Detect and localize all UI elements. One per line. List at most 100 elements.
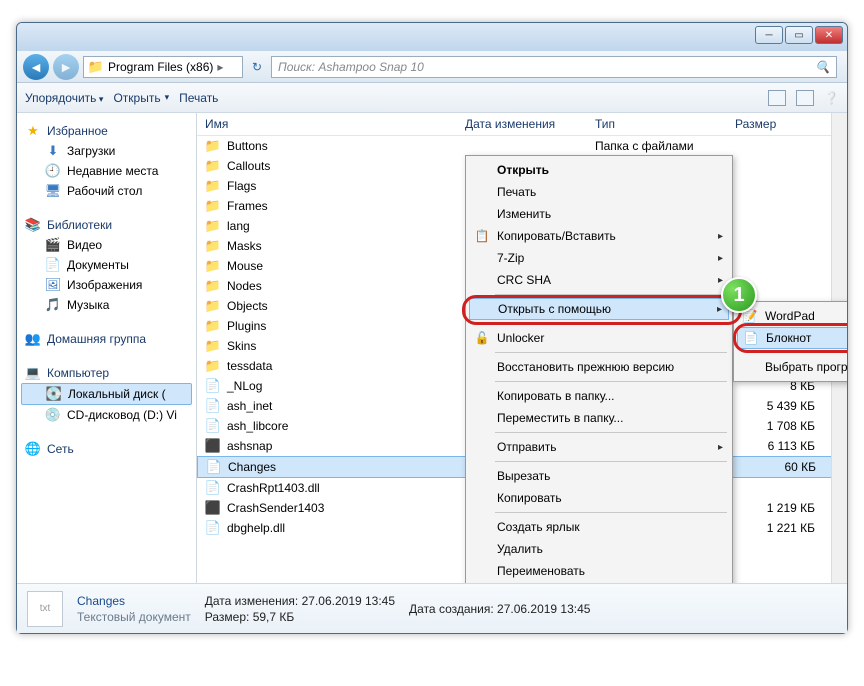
menu-item[interactable]: Вырезать [469,465,729,487]
sidebar-favorites[interactable]: ★Избранное [21,121,192,141]
file-icon: 📄 [205,520,221,536]
drive-icon: 💽 [46,386,62,402]
menu-item[interactable]: Создать ярлык [469,516,729,538]
close-button[interactable]: ✕ [815,26,843,44]
sidebar-item-pictures[interactable]: 🖼Изображения [21,275,192,295]
file-size: 1 219 КБ [735,501,825,515]
folder-icon: 📁 [205,178,221,194]
file-name: dbghelp.dll [227,521,285,535]
menu-item[interactable]: 📋Копировать/Вставить [469,225,729,247]
file-name: _NLog [227,379,262,393]
maximize-button[interactable]: ▭ [785,26,813,44]
file-name: Callouts [227,159,270,173]
menu-item[interactable]: Переименовать [469,560,729,582]
sidebar-item-downloads[interactable]: ⬇Загрузки [21,141,192,161]
menu-item[interactable]: Изменить [469,203,729,225]
col-date[interactable]: Дата изменения [465,117,595,131]
file-name: lang [227,219,250,233]
app-icon: ⬛ [205,500,221,516]
breadcrumb-text: Program Files (x86) [108,60,213,74]
menu-item[interactable]: Печать [469,181,729,203]
menu-icon: 📄 [743,330,759,346]
sidebar-item-desktop[interactable]: 🖥Рабочий стол [21,181,192,201]
file-name: ash_libcore [227,419,288,433]
sidebar-item-video[interactable]: 🎬Видео [21,235,192,255]
file-name: CrashRpt1403.dll [227,481,320,495]
titlebar: ─ ▭ ✕ [17,23,847,51]
menu-item[interactable]: 📝WordPad [737,305,847,327]
music-icon: 🎵 [45,297,61,313]
file-icon: 📄 [205,398,221,414]
file-type: Папка с файлами [595,139,735,153]
badge-1: 1 [721,277,757,313]
sidebar-item-documents[interactable]: 📄Документы [21,255,192,275]
search-input[interactable]: Поиск: Ashampoo Snap 10 🔍 [271,56,837,78]
sidebar-item-music[interactable]: 🎵Музыка [21,295,192,315]
document-icon: 📄 [45,257,61,273]
file-size: 1 708 КБ [735,419,825,433]
col-size[interactable]: Размер [735,117,825,131]
status-filename: Changes [77,594,191,608]
minimize-button[interactable]: ─ [755,26,783,44]
sidebar-item-recent[interactable]: 🕘Недавние места [21,161,192,181]
menu-item[interactable]: Переместить в папку... [469,407,729,429]
menu-icon: 📋 [474,228,490,244]
folder-icon: 📁 [205,218,221,234]
sidebar-homegroup[interactable]: 👥Домашняя группа [21,329,192,349]
statusbar: txt Changes Текстовый документ Дата изме… [17,583,847,633]
menu-item[interactable]: Выбрать программу... [737,356,847,378]
col-name[interactable]: Имя [205,117,465,131]
file-icon: 📄 [205,480,221,496]
folder-icon: 📁 [205,158,221,174]
file-name: Mouse [227,259,263,273]
sidebar-item-localdisk[interactable]: 💽Локальный диск ( [21,383,192,405]
menu-item[interactable]: 🔓Unlocker [469,327,729,349]
open-button[interactable]: Открыть [113,91,169,105]
download-icon: ⬇ [45,143,61,159]
file-name: Objects [227,299,268,313]
view-icons-button[interactable] [768,90,786,106]
menu-item[interactable]: Копировать [469,487,729,509]
menu-item[interactable]: Восстановить прежнюю версию [469,356,729,378]
refresh-button[interactable]: ↻ [247,57,267,77]
submenu-open-with: 📝WordPad📄Блокнот Выбрать программу... [733,301,847,382]
preview-pane-button[interactable] [796,90,814,106]
print-button[interactable]: Печать [179,91,218,105]
col-type[interactable]: Тип [595,117,735,131]
folder-icon: 📁 [205,338,221,354]
breadcrumb[interactable]: 📁 Program Files (x86) ▸ [83,56,243,78]
folder-icon: 📁 [88,59,104,75]
file-icon: 📄 [205,378,221,394]
menu-item[interactable]: Удалить [469,538,729,560]
menu-item[interactable]: Открыть [469,159,729,181]
file-name: Skins [227,339,256,353]
chevron-right-icon: ▸ [217,60,223,74]
folder-icon: 📁 [205,278,221,294]
folder-icon: 📁 [205,198,221,214]
menu-item[interactable]: 📄Блокнот [737,327,847,349]
file-preview-icon: txt [27,591,63,627]
help-button[interactable]: ❔ [824,91,839,105]
forward-button[interactable]: ► [53,54,79,80]
file-size: 5 439 КБ [735,399,825,413]
back-button[interactable]: ◄ [23,54,49,80]
menu-item[interactable]: CRC SHA [469,269,729,291]
menu-item[interactable]: Копировать в папку... [469,385,729,407]
file-size: 1 221 КБ [735,521,825,535]
file-name: CrashSender1403 [227,501,324,515]
cd-icon: 💿 [45,407,61,423]
sidebar-item-cddrive[interactable]: 💿CD-дисковод (D:) Vi [21,405,192,425]
menu-item[interactable]: Открыть с помощью [469,298,729,320]
sidebar-libraries[interactable]: 📚Библиотеки [21,215,192,235]
star-icon: ★ [25,123,41,139]
folder-icon: 📁 [205,238,221,254]
menu-item[interactable]: 7-Zip [469,247,729,269]
menu-item[interactable]: Отправить [469,436,729,458]
organize-button[interactable]: Упорядочить [25,91,103,105]
sidebar: ★Избранное ⬇Загрузки 🕘Недавние места 🖥Ра… [17,113,197,583]
table-row[interactable]: 📁ButtonsПапка с файлами [197,136,847,156]
recent-icon: 🕘 [45,163,61,179]
video-icon: 🎬 [45,237,61,253]
sidebar-computer[interactable]: 💻Компьютер [21,363,192,383]
sidebar-network[interactable]: 🌐Сеть [21,439,192,459]
